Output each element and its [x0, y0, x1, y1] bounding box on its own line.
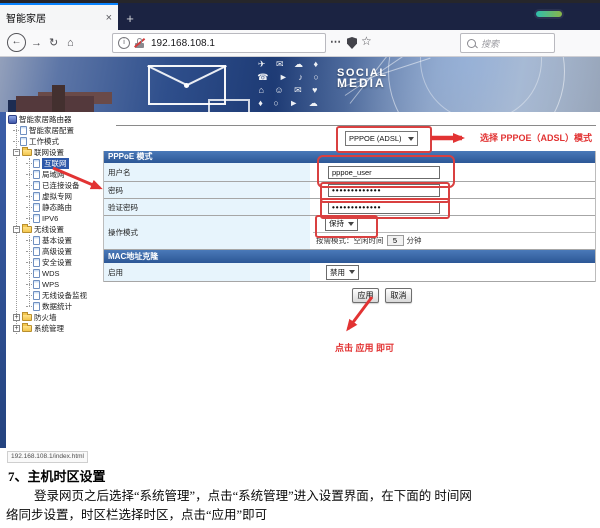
- tree-item-lan[interactable]: 局域网: [6, 169, 103, 180]
- tree-item-security-settings[interactable]: 安全设置: [6, 257, 103, 268]
- apply-button[interactable]: 应用: [352, 288, 379, 303]
- url-text: 192.168.108.1: [151, 38, 215, 49]
- banner-tower: [52, 85, 65, 112]
- enable-label: 启用: [104, 263, 313, 281]
- home-button[interactable]: ⌂: [67, 36, 74, 50]
- indicator-pill: [536, 11, 562, 17]
- new-tab-button[interactable]: +: [123, 11, 137, 27]
- banner-image: ✈ ✉ ☁ ♦ ☎ ► ♪ ○ ⌂ ☺ ✉ ♥ ♦ ○ ► ☁ SOCIAL M…: [0, 57, 600, 112]
- page-icon: [33, 291, 40, 300]
- page-actions-icon[interactable]: ⋯: [330, 35, 342, 48]
- annotation-click-apply-text: 点击 应用 即可: [335, 341, 394, 354]
- operation-mode-label: 操作模式: [104, 216, 313, 249]
- idle-time-input[interactable]: [387, 235, 404, 246]
- tree-item-wds[interactable]: WDS: [6, 268, 103, 279]
- folder-icon: [22, 226, 32, 233]
- browser-tab[interactable]: 智能家居 ×: [0, 3, 118, 30]
- tree-item-vpn[interactable]: 虚拟专网: [6, 191, 103, 202]
- tab-bar: 智能家居 × +: [0, 3, 600, 30]
- info-icon[interactable]: i: [118, 37, 130, 49]
- page-icon: [33, 258, 40, 267]
- expand-icon[interactable]: [13, 325, 20, 332]
- mac-clone-section-header: MAC地址克隆: [104, 250, 595, 263]
- password-label: 密码: [104, 182, 313, 198]
- page-icon: [33, 214, 40, 223]
- tree-item-smart-home-config[interactable]: 智能家居配置: [6, 125, 103, 136]
- tree-item-ipv6[interactable]: IPV6: [6, 213, 103, 224]
- bookmark-star-icon[interactable]: ☆: [361, 34, 372, 48]
- doc-heading: 7、主机时区设置: [8, 466, 106, 485]
- page-icon: [20, 126, 27, 135]
- verify-password-label: 验证密码: [104, 199, 313, 215]
- collapse-icon[interactable]: [13, 149, 20, 156]
- table-row-enable: 启用 禁用: [104, 263, 595, 282]
- social-icons-cloud: ✈ ✉ ☁ ♦ ☎ ► ♪ ○ ⌂ ☺ ✉ ♥ ♦ ○ ► ☁: [238, 58, 342, 112]
- minutes-label: 分钟: [407, 235, 422, 246]
- annotation-select-mode-text: 选择 PPPOE（ADSL）模式: [480, 131, 592, 144]
- tree-folder-network-settings[interactable]: 联网设置: [6, 147, 103, 158]
- doc-paragraph-line2: 络同步设置，时区栏选择时区，点击“应用”即可: [6, 504, 267, 523]
- tree-root-router[interactable]: 智能家居路由器: [6, 114, 103, 125]
- router-icon: [8, 115, 17, 124]
- enable-select[interactable]: 禁用: [326, 265, 359, 280]
- annotation-box-keepalive: [315, 215, 378, 238]
- page-icon: [33, 236, 40, 245]
- tree-item-basic-settings[interactable]: 基本设置: [6, 235, 103, 246]
- status-link-preview: 192.168.108.1/index.html: [7, 451, 88, 463]
- expand-icon[interactable]: [13, 314, 20, 321]
- page-icon: [20, 137, 27, 146]
- insecure-lock-icon: [135, 38, 144, 48]
- page-icon: [33, 159, 40, 168]
- page-icon: [33, 192, 40, 201]
- tree-item-static-routing[interactable]: 静态路由: [6, 202, 103, 213]
- search-icon: [467, 39, 476, 48]
- reload-button[interactable]: ↻: [49, 36, 58, 50]
- page-icon: [33, 170, 40, 179]
- cancel-button[interactable]: 取消: [385, 288, 412, 303]
- tab-title: 智能家居: [6, 10, 102, 25]
- tree-item-data-statistics[interactable]: 数据统计: [6, 301, 103, 312]
- close-tab-icon[interactable]: ×: [106, 12, 112, 24]
- page-icon: [33, 203, 40, 212]
- search-box[interactable]: 搜索: [460, 33, 555, 53]
- tree-item-work-mode[interactable]: 工作模式: [6, 136, 103, 147]
- search-placeholder: 搜索: [481, 37, 499, 50]
- page-icon: [33, 181, 40, 190]
- tree-item-wireless-monitor[interactable]: 无线设备监视: [6, 290, 103, 301]
- tree-folder-wireless-settings[interactable]: 无线设置: [6, 224, 103, 235]
- back-button[interactable]: ←: [7, 33, 26, 52]
- sidebar-tree: 智能家居路由器 智能家居配置 工作模式 联网设置 互联网 局域网 已连接设备 虚…: [6, 114, 103, 340]
- tree-item-internet[interactable]: 互联网: [6, 158, 103, 169]
- url-bar[interactable]: i 192.168.108.1: [112, 33, 326, 53]
- page-icon: [33, 269, 40, 278]
- page-icon: [33, 280, 40, 289]
- folder-icon: [22, 325, 32, 332]
- page-icon: [33, 302, 40, 311]
- tree-item-advanced-settings[interactable]: 高级设置: [6, 246, 103, 257]
- chevron-down-icon: [349, 270, 355, 274]
- doc-paragraph-line1: 登录网页之后选择“系统管理”，点击“系统管理”进入设置界面，在下面的 时间网: [34, 485, 472, 504]
- tree-item-wps[interactable]: WPS: [6, 279, 103, 290]
- tree-item-connected-devices[interactable]: 已连接设备: [6, 180, 103, 191]
- username-label: 用户名: [104, 163, 313, 181]
- collapse-icon[interactable]: [13, 226, 20, 233]
- tree-folder-firewall[interactable]: 防火墙: [6, 312, 103, 323]
- folder-icon: [22, 314, 32, 321]
- annotation-box-mode-select: [336, 126, 432, 153]
- forward-button[interactable]: →: [31, 36, 42, 50]
- screenshot-root: 智能家居 × + ← → ↻ ⌂ i 192.168.108.1 ⋯ ☆ 搜索 …: [0, 0, 600, 528]
- page-icon: [33, 247, 40, 256]
- folder-icon: [22, 149, 32, 156]
- tree-folder-system-management[interactable]: 系统管理: [6, 323, 103, 334]
